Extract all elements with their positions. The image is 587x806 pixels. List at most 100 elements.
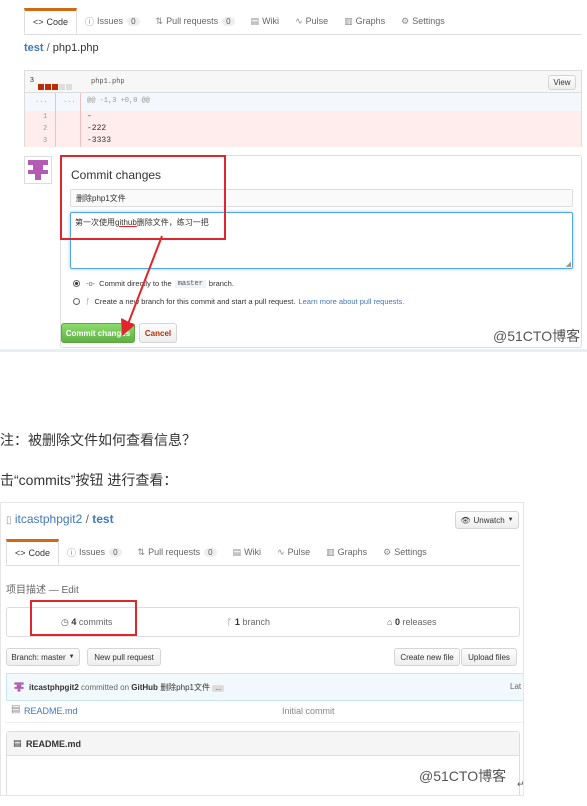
branch-label: branch (242, 617, 270, 627)
readme-box: ▤ README.md (6, 731, 520, 795)
pull-request-icon: ⇅ (137, 546, 146, 557)
tab-issues[interactable]: ⓘ Issues 0 (77, 8, 147, 34)
tag-icon: ⌂ (387, 617, 393, 627)
radio-label: branch. (208, 279, 234, 288)
tab-code[interactable]: <> Code (24, 8, 78, 34)
article-text-1: 注：被删除文件如何查看信息？ (0, 432, 196, 448)
tab-pulse[interactable]: ∿ Pulse (287, 8, 336, 34)
gear-icon: ⚙ (401, 15, 410, 26)
commit-author-link[interactable]: itcastphpgit2 (29, 683, 79, 692)
unwatch-button[interactable]: 👁 Unwatch ▼ (455, 511, 519, 529)
issues-count: 0 (109, 547, 122, 557)
return-glyph-icon: ↵ (517, 779, 524, 789)
highlight-box-commits (30, 600, 137, 636)
breadcrumb-file: php1.php (52, 42, 99, 54)
last-commit-info: itcastphpgit2 committed on GitHub 删除php1… (29, 682, 225, 693)
tab-label: Graphs (355, 16, 386, 26)
file-icon: ▤ (11, 704, 21, 715)
diff-line-3: 3 -3333 (25, 135, 581, 147)
repo-owner-link[interactable]: itcastphpgit2 (15, 512, 82, 526)
tab-pull-requests[interactable]: ⇅ Pull requests 0 (130, 539, 225, 565)
hunk-expand-right[interactable]: ... (63, 97, 76, 105)
tab-issues[interactable]: ⓘ Issues 0 (59, 539, 129, 565)
branch-count: 1 (234, 617, 240, 627)
new-pull-request-button[interactable]: New pull request (87, 648, 161, 666)
diff-line-1: 1 - (25, 111, 581, 123)
line-number: 3 (43, 137, 48, 145)
upload-files-button[interactable]: Upload files (461, 648, 517, 666)
commit-message-link[interactable]: 删除php1文件 (160, 683, 210, 692)
resize-grip-icon[interactable]: ◢ (566, 260, 571, 268)
tab-settings[interactable]: ⚙ Settings (393, 8, 453, 34)
identicon-icon (28, 160, 48, 180)
tab-pull-requests[interactable]: ⇅ Pull requests 0 (148, 8, 243, 34)
line-number: 1 (43, 113, 48, 121)
avatar (24, 156, 52, 184)
pulse-icon: ∿ (277, 546, 285, 557)
commit-expand-button[interactable]: ... (212, 685, 225, 692)
repo-tabs: <> Code ⓘ Issues 0 ⇅ Pull requests 0 ▤ Wiki ∿ P… (24, 8, 582, 35)
file-commit-message[interactable]: Initial commit (282, 706, 335, 716)
tab-wiki[interactable]: ▤ Wiki (243, 8, 288, 34)
unwatch-label: Unwatch (473, 515, 505, 525)
tab-label: Pull requests (166, 16, 219, 26)
branch-icon: ᚴ (86, 297, 91, 306)
tab-label: Pulse (305, 16, 329, 26)
tab-label: Issues (97, 16, 124, 26)
top-screenshot: <> Code ⓘ Issues 0 ⇅ Pull requests 0 ▤ Wiki ∿ P… (0, 0, 587, 352)
tab-wiki[interactable]: ▤ Wiki (225, 539, 270, 565)
diff-box: 3 php1.php View ... ... @@ -1,3 +0,0 @@ … (24, 70, 582, 147)
pulse-icon: ∿ (295, 15, 303, 26)
tab-label: Graphs (337, 547, 368, 557)
tab-graphs[interactable]: ▥ Graphs (336, 8, 393, 34)
commit-meta-text: committed on (81, 683, 130, 692)
issue-icon: ⓘ (67, 547, 77, 558)
radio-selected-icon[interactable] (73, 280, 80, 287)
highlight-box-commit (60, 155, 226, 240)
learn-more-link[interactable]: Learn more about pull requests. (298, 297, 404, 306)
chevron-down-icon: ▼ (68, 654, 75, 660)
readme-header: ▤ README.md (7, 732, 519, 756)
breadcrumb-repo-link[interactable]: test (24, 42, 44, 54)
repo-title: ▯ itcastphpgit2 / test (6, 512, 114, 526)
repo-title-separator: / (82, 512, 93, 526)
readme-title: README.md (26, 739, 82, 749)
create-new-file-button[interactable]: Create new file (394, 648, 460, 666)
tab-graphs[interactable]: ▥ Graphs (318, 539, 375, 565)
releases-label: releases (402, 617, 437, 627)
tab-code[interactable]: <> Code (6, 539, 60, 565)
diff-stat-bar (38, 79, 72, 93)
diff-hunk-row: ... ... @@ -1,3 +0,0 @@ (25, 93, 581, 111)
article-text-2: 击“commits”按钮 进行查看： (0, 472, 178, 488)
view-file-button[interactable]: View (548, 75, 576, 90)
gear-icon: ⚙ (383, 546, 392, 557)
tab-label: Issues (79, 547, 106, 557)
line-text: -3333 (87, 136, 112, 145)
releases-link[interactable]: ⌂ 0 releases (387, 617, 437, 627)
file-name-link[interactable]: README.md (24, 706, 78, 716)
diff-line-2: 2 -222 (25, 123, 581, 135)
tab-label: Code (46, 17, 69, 27)
book-icon: ▤ (250, 15, 260, 26)
tab-settings[interactable]: ⚙ Settings (375, 539, 435, 565)
code-icon: <> (33, 17, 44, 27)
chevron-down-icon: ▼ (507, 517, 514, 523)
branch-icon: ᚴ (227, 617, 233, 627)
gutter-divider (80, 93, 81, 147)
eye-icon: 👁 (460, 515, 471, 525)
latest-commit-label: Lat (510, 682, 522, 691)
repo-tabs: <> Code ⓘ Issues 0 ⇅ Pull requests 0 ▤ Wiki ∿ P… (6, 539, 520, 566)
file-row: ▤ README.md Initial commit (6, 701, 523, 723)
tab-pulse[interactable]: ∿ Pulse (269, 539, 318, 565)
branches-link[interactable]: ᚴ 1 branch (227, 617, 270, 627)
gutter-divider (55, 93, 56, 147)
releases-count: 0 (394, 617, 400, 627)
repo-name-link[interactable]: test (92, 512, 113, 526)
radio-unselected-icon[interactable] (73, 298, 80, 305)
hunk-header: @@ -1,3 +0,0 @@ (87, 97, 151, 105)
tab-label: Code (28, 548, 51, 558)
tab-label: Pull requests (148, 547, 201, 557)
pull-request-icon: ⇅ (155, 15, 164, 26)
hunk-expand-left[interactable]: ... (35, 97, 48, 105)
branch-select-button[interactable]: Branch: master ▼ (6, 648, 80, 666)
